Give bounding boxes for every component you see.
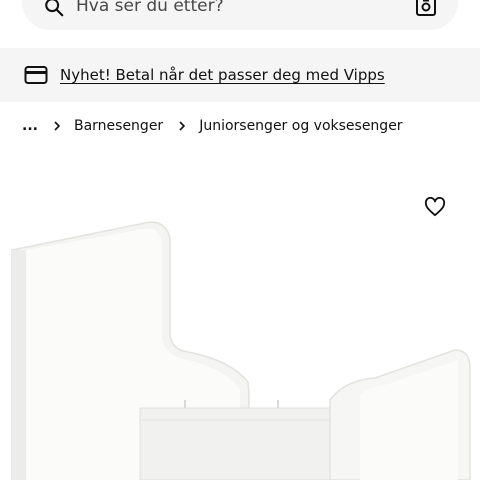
search-icon <box>45 0 64 17</box>
search-input[interactable] <box>76 0 396 20</box>
product-image-bed <box>11 221 471 480</box>
page: Nyhet! Betal når det passer deg med Vipp… <box>0 0 480 480</box>
promo-link[interactable]: Nyhet! Betal når det passer deg med Vipp… <box>60 66 385 84</box>
payment-card-icon <box>24 66 48 84</box>
breadcrumb: ... Barnesenger Juniorsenger og voksesen… <box>22 114 403 138</box>
search-bar[interactable] <box>22 0 458 30</box>
chevron-right-icon <box>179 121 186 131</box>
search-header <box>0 0 480 48</box>
camera-search-icon[interactable] <box>414 0 438 18</box>
breadcrumb-item-juniorsenger[interactable]: Juniorsenger og voksesenger <box>199 118 402 134</box>
promo-banner[interactable]: Nyhet! Betal når det passer deg med Vipp… <box>0 48 480 102</box>
chevron-right-icon <box>54 121 61 131</box>
breadcrumb-item-barnesenger[interactable]: Barnesenger <box>74 118 163 134</box>
breadcrumb-ellipsis[interactable]: ... <box>22 118 38 134</box>
